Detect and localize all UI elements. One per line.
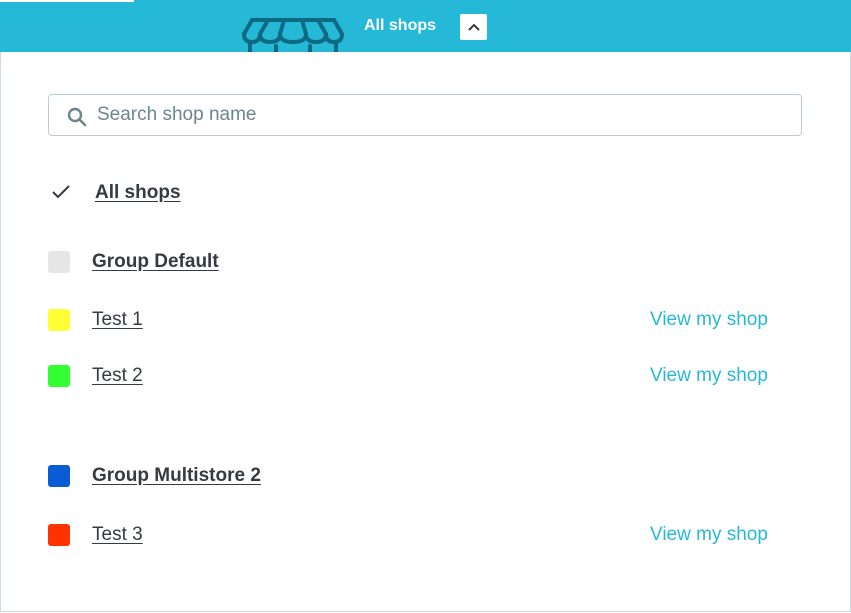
search-icon xyxy=(67,107,87,127)
shop-test3-link[interactable]: Test 3 xyxy=(92,524,143,546)
group-default-link[interactable]: Group Default xyxy=(92,251,219,273)
chevron-up-icon xyxy=(467,23,480,31)
view-my-shop-link[interactable]: View my shop xyxy=(650,309,768,331)
view-my-shop-link[interactable]: View my shop xyxy=(650,365,768,387)
shop-test2-link[interactable]: Test 2 xyxy=(92,365,143,387)
group-color-swatch xyxy=(48,465,70,487)
shop-test1-link[interactable]: Test 1 xyxy=(92,309,143,331)
view-my-shop-link[interactable]: View my shop xyxy=(650,524,768,546)
group-color-swatch xyxy=(48,251,70,273)
collapse-toggle-button[interactable] xyxy=(460,14,487,40)
all-shops-link[interactable]: All shops xyxy=(95,182,181,204)
shop-row[interactable]: Test 2 View my shop xyxy=(48,363,808,389)
shop-row[interactable]: Test 3 View my shop xyxy=(48,522,808,548)
header-bar: All shops xyxy=(0,0,851,52)
search-input[interactable] xyxy=(97,95,787,135)
group-row[interactable]: Group Default xyxy=(48,249,808,275)
check-icon xyxy=(52,185,70,199)
search-box[interactable] xyxy=(48,94,802,136)
group-row[interactable]: Group Multistore 2 xyxy=(48,463,808,489)
shop-selector-dropdown: All shops Group Default Test 1 View my s… xyxy=(0,52,851,612)
all-shops-row[interactable]: All shops xyxy=(48,180,808,206)
group-multistore-2-link[interactable]: Group Multistore 2 xyxy=(92,465,261,487)
shop-color-swatch xyxy=(48,524,70,546)
shop-color-swatch xyxy=(48,365,70,387)
shop-row[interactable]: Test 1 View my shop xyxy=(48,307,808,333)
header-top-line xyxy=(0,0,134,2)
current-shop-title[interactable]: All shops xyxy=(364,16,436,36)
shop-color-swatch xyxy=(48,309,70,331)
storefront-icon xyxy=(242,18,344,52)
